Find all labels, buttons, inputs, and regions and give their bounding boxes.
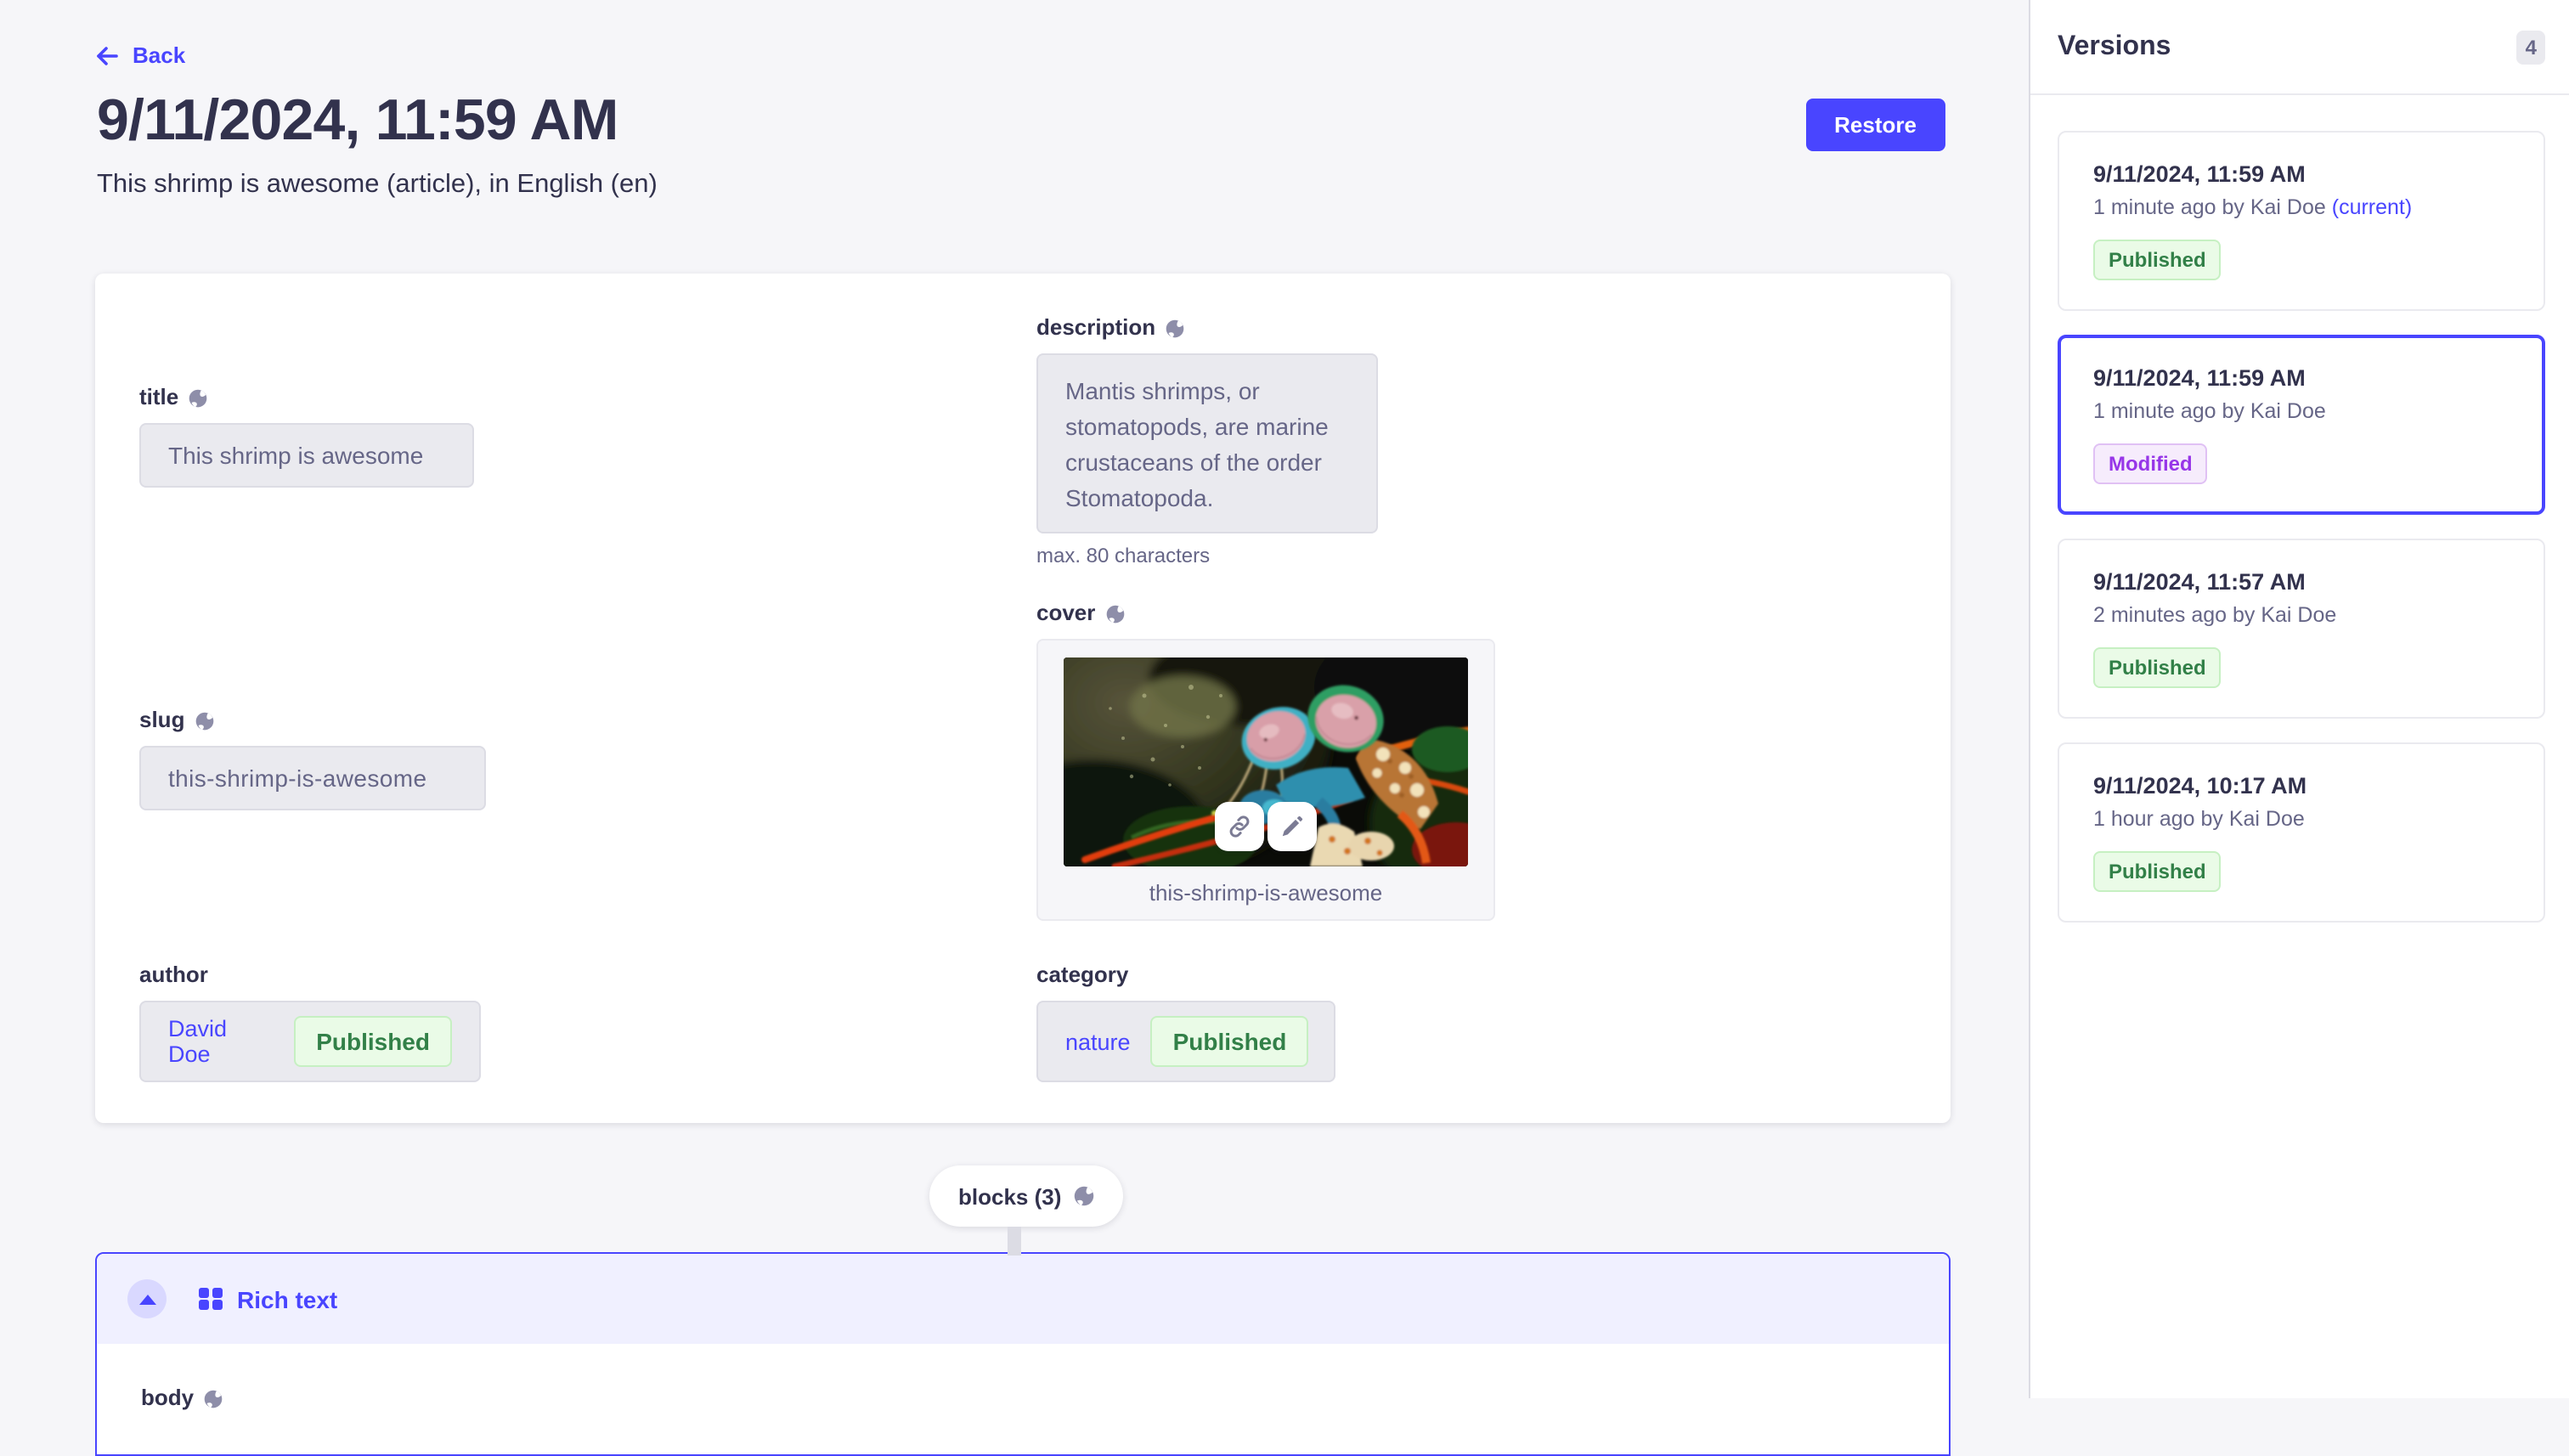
version-card[interactable]: 9/11/2024, 10:17 AM 1 hour ago by Kai Do… [2058,742,2545,923]
versions-list: 9/11/2024, 11:59 AM 1 minute ago by Kai … [2030,95,2569,973]
version-meta: 1 minute ago by Kai Doe (current) [2093,195,2510,219]
version-card[interactable]: 9/11/2024, 11:57 AM 2 minutes ago by Kai… [2058,539,2545,719]
link-icon [1227,814,1252,839]
author-relation-box: David Doe Published [139,1001,481,1082]
version-history-page: Back 9/11/2024, 11:59 AM This shrimp is … [0,0,2569,1398]
description-label: description [1036,316,1378,340]
back-arrow-icon [95,43,119,67]
cover-media-card: this-shrimp-is-awesome [1036,639,1495,921]
title-label: title [139,386,474,409]
slug-label: slug [139,708,486,732]
author-status-badge: Published [294,1016,452,1067]
versions-panel-title: Versions [2058,31,2171,62]
version-status-badge: Published [2093,647,2222,688]
versions-sidebar: Versions 4 9/11/2024, 11:59 AM 1 minute … [2029,0,2569,1398]
locale-globe-icon [1166,319,1184,337]
description-textarea: Mantis shrimps, or stomatopods, are mari… [1036,353,1378,533]
collapse-accordion-button[interactable] [127,1279,167,1318]
rich-text-block-panel: Rich text body [95,1252,1951,1456]
locale-globe-icon [1073,1186,1093,1206]
version-form-card: title This shrimp is awesome description… [95,274,1951,1123]
version-meta: 1 minute ago by Kai Doe [2093,399,2510,423]
copy-link-button[interactable] [1215,802,1264,851]
version-card-selected[interactable]: 9/11/2024, 11:59 AM 1 minute ago by Kai … [2058,335,2545,515]
blocks-field-pill: blocks (3) [929,1165,1122,1227]
category-relation-box: nature Published [1036,1001,1335,1082]
component-grid-icon [199,1288,222,1311]
version-date: 9/11/2024, 10:17 AM [2093,773,2510,799]
back-label: Back [133,42,185,68]
slug-input: this-shrimp-is-awesome [139,746,486,810]
main-content: Back 9/11/2024, 11:59 AM This shrimp is … [0,0,2029,1398]
cover-field-group: cover [1036,601,1495,921]
title-input: This shrimp is awesome [139,423,474,488]
version-status-badge: Published [2093,851,2222,892]
locale-globe-icon [204,1389,223,1408]
author-field-group: author David Doe Published [139,963,481,1082]
description-hint: max. 80 characters [1036,544,1378,567]
cover-label: cover [1036,601,1495,625]
version-date: 9/11/2024, 11:59 AM [2093,365,2510,391]
rich-text-accordion-header[interactable]: Rich text [97,1254,1949,1344]
versions-sidebar-header: Versions 4 [2030,0,2569,95]
page-title: 9/11/2024, 11:59 AM [97,88,618,155]
locale-globe-icon [189,388,207,407]
description-field-group: description Mantis shrimps, or stomatopo… [1036,316,1378,567]
body-label: body [141,1386,1905,1410]
page-subtitle: This shrimp is awesome (article), in Eng… [97,170,658,200]
version-meta: 1 hour ago by Kai Doe [2093,807,2510,831]
current-version-label: (current) [2332,195,2412,219]
author-link[interactable]: David Doe [168,1016,270,1067]
locale-globe-icon [195,711,213,730]
locale-globe-icon [1105,604,1124,623]
author-label: author [139,963,481,987]
restore-button[interactable]: Restore [1805,99,1945,151]
cover-filename: this-shrimp-is-awesome [1038,880,1493,906]
blocks-connector [1008,1227,1021,1256]
category-field-group: category nature Published [1036,963,1335,1082]
version-status-badge: Published [2093,240,2222,280]
category-status-badge: Published [1151,1016,1309,1067]
back-link[interactable]: Back [95,42,185,68]
slug-field-group: slug this-shrimp-is-awesome [139,708,486,810]
category-label: category [1036,963,1335,987]
version-meta: 2 minutes ago by Kai Doe [2093,603,2510,627]
edit-media-button[interactable] [1268,802,1317,851]
title-field-group: title This shrimp is awesome [139,386,474,488]
version-date: 9/11/2024, 11:57 AM [2093,569,2510,595]
version-date: 9/11/2024, 11:59 AM [2093,161,2510,187]
version-card[interactable]: 9/11/2024, 11:59 AM 1 minute ago by Kai … [2058,131,2545,311]
versions-count-badge: 4 [2517,30,2545,64]
rich-text-block-body: body [97,1344,1949,1456]
pencil-icon [1279,814,1305,839]
cover-actions [1215,802,1317,851]
version-status-badge: Modified [2093,443,2208,484]
rich-text-block-title: Rich text [237,1285,337,1312]
category-link[interactable]: nature [1065,1029,1131,1054]
chevron-up-icon [138,1294,155,1304]
